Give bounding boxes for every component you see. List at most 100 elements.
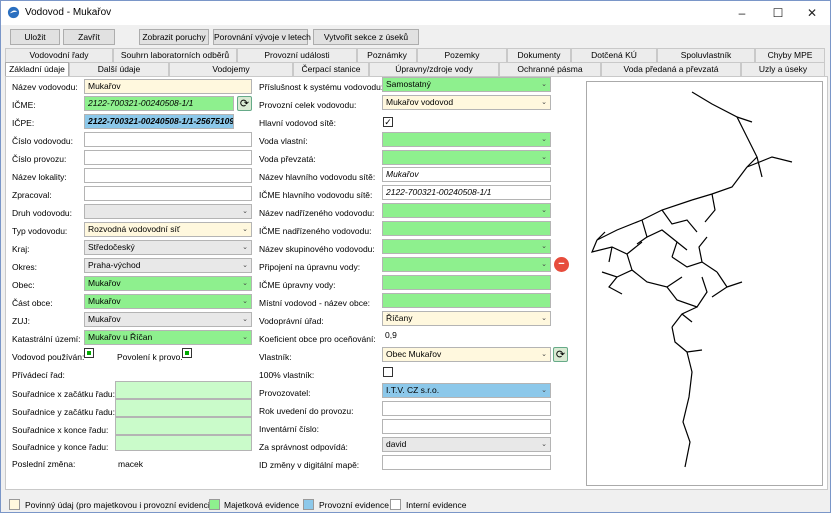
save-button[interactable]: Uložit — [10, 29, 60, 45]
maximize-button[interactable]: ☐ — [763, 4, 793, 22]
tab-lab-samples[interactable]: Souhrn laboratorních odběrů — [113, 48, 237, 62]
tab-other-data[interactable]: Další údaje — [69, 62, 169, 76]
received-water-select[interactable]: ⌄ — [382, 150, 551, 165]
tab-basic-data[interactable]: Základní údaje — [5, 62, 69, 77]
legend-swatch-mandatory — [9, 499, 20, 510]
window-title: Vodovod - Mukařov — [25, 7, 112, 18]
field-label: Souřadnice y začátku řadu: — [12, 407, 116, 417]
tab-documents[interactable]: Dokumenty — [507, 48, 571, 62]
field-label: Provozovatel: — [259, 388, 311, 398]
last-change-value: macek — [118, 459, 144, 469]
operation-unit-select[interactable]: Mukařov vodovod ⌄ — [382, 95, 551, 110]
close-button[interactable]: Zavřít — [63, 29, 115, 45]
water-authority-select[interactable]: Říčany ⌄ — [382, 311, 551, 326]
refresh-icon[interactable]: ⟳ — [237, 96, 252, 111]
field-label: ZUJ: — [12, 316, 30, 326]
tab-affected-ku[interactable]: Dotčená KÚ — [571, 48, 657, 62]
network-map[interactable] — [586, 81, 823, 486]
treatment-connection-select[interactable]: ⌄ — [382, 257, 551, 272]
tab-water-lines[interactable]: Vodovodní řady — [5, 48, 113, 62]
minimize-button[interactable]: – — [727, 4, 757, 22]
tab-co-owner[interactable]: Spoluvlastník — [657, 48, 755, 62]
legend-swatch-internal — [390, 499, 401, 510]
inventory-number-input[interactable] — [382, 419, 551, 434]
field-label: Katastrální území: — [12, 334, 81, 344]
tab-notes[interactable]: Poznámky — [357, 48, 417, 62]
compare-years-button[interactable]: Porovnání vývoje v letech — [213, 29, 311, 45]
x-start-input[interactable] — [115, 381, 252, 399]
coefficient-input[interactable]: 0,9 — [382, 329, 551, 344]
network-map-drawing — [590, 91, 793, 468]
tab-operational-events[interactable]: Provozní události — [237, 48, 357, 62]
water-number-input[interactable] — [84, 132, 252, 147]
y-start-input[interactable] — [115, 399, 252, 417]
field-label: ID změny v digitální mapě: — [259, 460, 360, 470]
municipality-part-select[interactable]: Mukařov ⌄ — [84, 294, 252, 309]
system-select[interactable]: Samostatný ⌄ — [382, 77, 551, 92]
municipality-select[interactable]: Mukařov ⌄ — [84, 276, 252, 291]
y-end-input[interactable] — [115, 435, 252, 451]
operator-select[interactable]: I.T.V. CZ s.r.o. ⌄ — [382, 383, 551, 398]
close-window-button[interactable]: ✕ — [797, 4, 827, 22]
field-label: Inventární číslo: — [259, 424, 320, 434]
tab-treatment-plants[interactable]: Úpravny/zdroje vody — [369, 62, 499, 76]
tab-water-transferred[interactable]: Voda předaná a převzatá — [601, 62, 741, 76]
parent-network-select[interactable]: ⌄ — [382, 203, 551, 218]
own-water-select[interactable]: ⌄ — [382, 132, 551, 147]
permit-checkbox[interactable] — [182, 348, 192, 358]
name-input[interactable]: Mukařov — [84, 79, 252, 94]
create-sections-button[interactable]: Vytvořit sekce z úseků — [313, 29, 419, 45]
tab-mpe-errors[interactable]: Chyby MPE — [755, 48, 825, 62]
chevron-down-icon: ⌄ — [541, 99, 547, 106]
district-select[interactable]: Praha-východ ⌄ — [84, 258, 252, 273]
field-label: Poslední změna: — [12, 459, 76, 469]
processed-by-input[interactable] — [84, 186, 252, 201]
responsible-select[interactable]: david ⌄ — [382, 437, 551, 452]
field-label: IČPE: — [12, 118, 35, 128]
local-municipality-input[interactable] — [382, 293, 551, 308]
main-network-icme-input[interactable]: 2122-700321-00240508-1/1 — [382, 185, 551, 200]
field-label: Souřadnice y konce řadu: — [12, 442, 109, 452]
main-network-name-input[interactable]: Mukařov — [382, 167, 551, 182]
kind-select[interactable]: ⌄ — [84, 204, 252, 219]
owner-select[interactable]: Obec Mukařov ⌄ — [382, 347, 551, 362]
icpe-input[interactable]: 2122-700321-00240508-1/1-25675109 — [84, 114, 234, 129]
chevron-down-icon: ⌄ — [541, 81, 547, 88]
cadastral-select[interactable]: Mukařov u Říčan ⌄ — [84, 330, 252, 345]
field-label: Přívádecí řad: — [12, 370, 65, 380]
tab-protection-zones[interactable]: Ochranné pásma — [499, 62, 601, 76]
operation-number-input[interactable] — [84, 150, 252, 165]
locality-input[interactable] — [84, 168, 252, 183]
field-label: Hlavní vodovod sítě: — [259, 118, 337, 128]
parent-icme-input[interactable] — [382, 221, 551, 236]
field-label: Část obce: — [12, 298, 53, 308]
type-select[interactable]: Rozvodná vodovodní síť ⌄ — [84, 222, 252, 237]
remove-icon[interactable]: − — [554, 257, 569, 272]
full-owner-checkbox[interactable] — [383, 367, 393, 377]
x-end-input[interactable] — [115, 417, 252, 435]
zuj-select[interactable]: Mukařov ⌄ — [84, 312, 252, 327]
treatment-icme-input[interactable] — [382, 275, 551, 290]
field-label: Voda převzatá: — [259, 154, 316, 164]
chevron-down-icon: ⌄ — [541, 261, 547, 268]
icme-input[interactable]: 2122-700321-00240508-1/1 — [84, 96, 234, 111]
main-network-checkbox[interactable]: ✓ — [383, 117, 393, 127]
field-label: Číslo vodovodu: — [12, 136, 73, 146]
region-select[interactable]: Středočeský ⌄ — [84, 240, 252, 255]
digital-map-id-input[interactable] — [382, 455, 551, 470]
refresh-icon[interactable]: ⟳ — [553, 347, 568, 362]
in-use-checkbox[interactable] — [84, 348, 94, 358]
field-label: 100% vlastník: — [259, 370, 315, 380]
chevron-down-icon: ⌄ — [242, 226, 248, 233]
legend-internal: Interní evidence — [406, 500, 467, 510]
tab-pumping-stations[interactable]: Čerpací stanice — [293, 62, 369, 76]
show-faults-button[interactable]: Zobrazit poruchy — [139, 29, 209, 45]
tab-parcels[interactable]: Pozemky — [417, 48, 507, 62]
tab-reservoirs[interactable]: Vodojemy — [169, 62, 293, 76]
chevron-down-icon: ⌄ — [541, 136, 547, 143]
field-label: Vlastník: — [259, 352, 292, 362]
group-network-select[interactable]: ⌄ — [382, 239, 551, 254]
tab-nodes-sections[interactable]: Uzly a úseky — [741, 62, 825, 76]
year-commissioned-input[interactable] — [382, 401, 551, 416]
legend-property: Majetková evidence — [224, 500, 300, 510]
